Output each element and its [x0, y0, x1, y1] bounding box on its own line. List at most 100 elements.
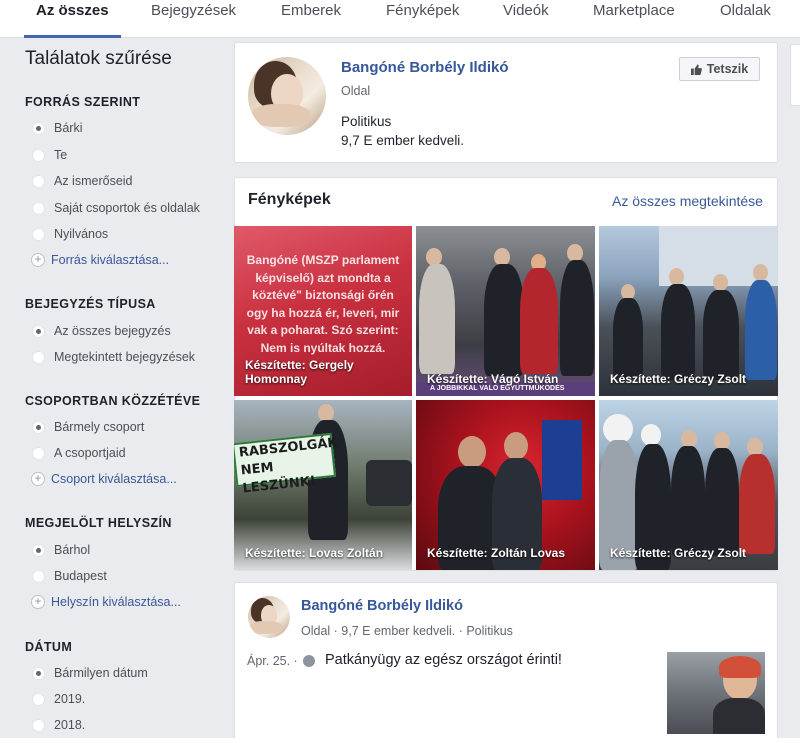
like-page-button[interactable]: Tetszik [679, 57, 760, 81]
location-option-budapest[interactable]: Budapest [32, 567, 107, 585]
bottom-edge [0, 738, 800, 743]
person-shape [613, 298, 643, 378]
choose-group-link[interactable]: + Csoport kiválasztása... [31, 470, 177, 488]
source-option-you[interactable]: Te [32, 146, 67, 164]
person-shape [560, 260, 594, 376]
page-avatar[interactable] [248, 57, 326, 135]
post-type-heading: BEJEGYZÉS TÍPUSA [25, 297, 156, 311]
photo-thumbnail[interactable]: Készítette: Gréczy Zsolt [599, 226, 778, 396]
radio-icon [32, 569, 45, 583]
photo-caption: Készítette: Gréczy Zsolt [610, 372, 747, 386]
like-button-label: Tetszik [706, 62, 749, 76]
hair-shape [719, 656, 761, 678]
radio-selected-icon [32, 324, 45, 338]
globe-icon [303, 655, 315, 667]
source-option-anyone[interactable]: Bárki [32, 119, 82, 137]
group-heading: CSOPORTBAN KÖZZÉTÉVE [25, 394, 201, 408]
photo-caption: Készítette: Gréczy Zsolt [610, 546, 747, 560]
person-shape [739, 454, 775, 554]
radio-selected-icon [32, 121, 45, 135]
post-author-name[interactable]: Bangóné Borbély Ildikó [301, 598, 463, 614]
page-name[interactable]: Bangóné Borbély Ildikó [341, 59, 509, 76]
page-likes: 9,7 E ember kedveli. [341, 133, 465, 148]
radio-icon [32, 227, 45, 241]
post-date[interactable]: Ápr. 25. · [247, 654, 298, 668]
source-option-public[interactable]: Nyilvános [32, 225, 108, 243]
thumbs-up-icon [690, 63, 702, 75]
person-shape [484, 264, 524, 376]
radio-selected-icon [32, 543, 45, 557]
photo-thumbnail[interactable]: Készítette: Gréczy Zsolt [599, 400, 778, 570]
location-option-anywhere[interactable]: Bárhol [32, 541, 90, 559]
page-category: Politikus [341, 114, 392, 129]
radio-icon [32, 350, 45, 364]
photo-caption: Készítette: Lovas Zoltán [245, 546, 384, 560]
date-option-2019[interactable]: 2019. [32, 690, 85, 708]
tab-photos[interactable]: Fényképek [386, 0, 459, 38]
person-shape [671, 446, 705, 556]
location-heading: MEGJELÖLT HELYSZÍN [25, 516, 172, 530]
tab-pages[interactable]: Oldalak [720, 0, 771, 38]
person-shape [713, 274, 728, 291]
date-option-2018[interactable]: 2018. [32, 716, 85, 734]
post-type-option-seen[interactable]: Megtekintett bejegyzések [32, 348, 195, 366]
radio-selected-icon [32, 420, 45, 434]
filter-sidebar: Találatok szűrése FORRÁS SZERINT Bárki T… [0, 38, 232, 743]
person-shape [713, 698, 765, 734]
photo-thumbnail[interactable]: RABSZOLGÁK NEM LESZÜNK! Készítette: Lova… [234, 400, 412, 570]
choose-source-link[interactable]: + Forrás kiválasztása... [31, 251, 169, 269]
radio-icon [32, 174, 45, 188]
photo-caption: Készítette: Zoltán Lovas [427, 546, 566, 560]
protest-banner: RABSZOLGÁK NEM LESZÜNK! [234, 432, 338, 496]
radio-selected-icon [32, 666, 45, 680]
tab-videos[interactable]: Videók [503, 0, 549, 38]
person-shape [705, 448, 739, 556]
source-option-friends[interactable]: Az ismerőseid [32, 172, 133, 190]
right-column-card-edge [790, 44, 800, 106]
tab-marketplace[interactable]: Marketplace [593, 0, 675, 38]
person-shape [504, 432, 528, 460]
radio-icon [32, 718, 45, 732]
post-image[interactable] [667, 652, 765, 734]
photo-caption: Készítette: Vágó István [427, 372, 559, 386]
tab-all[interactable]: Az összes [24, 0, 121, 38]
filter-title: Találatok szűrése [25, 48, 172, 69]
person-shape [419, 264, 455, 374]
page-type: Oldal [341, 84, 371, 98]
source-heading: FORRÁS SZERINT [25, 95, 141, 109]
date-option-any[interactable]: Bármilyen dátum [32, 664, 148, 682]
radio-icon [32, 201, 45, 215]
see-all-photos-link[interactable]: Az összes megtekintése [612, 193, 763, 209]
photos-title: Fényképek [248, 191, 331, 208]
photo-caption: Készítette: Gergely Homonnay [245, 358, 354, 386]
post-author-meta: Oldal · 9,7 E ember kedveli. · Politikus [301, 624, 513, 638]
car-shape [366, 460, 412, 506]
tab-posts[interactable]: Bejegyzések [151, 0, 236, 38]
person-shape [641, 424, 661, 446]
eu-flag-shape [542, 420, 582, 500]
date-heading: DÁTUM [25, 640, 73, 654]
post-text[interactable]: Patkányügy az egész országot érinti! [325, 652, 562, 668]
person-shape [745, 280, 777, 380]
plus-icon: + [31, 472, 45, 486]
person-shape [703, 290, 739, 380]
tab-people[interactable]: Emberek [281, 0, 341, 38]
person-shape [520, 268, 558, 374]
radio-icon [32, 446, 45, 460]
plus-icon: + [31, 253, 45, 267]
photo-thumbnail[interactable]: A JOBBIKKAL VALÓ EGYÜTTMŰKÖDÉS Készített… [416, 226, 595, 396]
post-type-option-all[interactable]: Az összes bejegyzés [32, 322, 171, 340]
avatar-arm [251, 103, 311, 128]
source-option-groups-pages[interactable]: Saját csoportok és oldalak [32, 199, 200, 217]
person-shape [458, 436, 486, 468]
group-option-yours[interactable]: A csoportjaid [32, 444, 126, 462]
post-author-avatar[interactable] [248, 596, 290, 638]
choose-location-link[interactable]: + Helyszín kiválasztása... [31, 593, 181, 611]
photo-thumbnail[interactable]: Bangóné (MSZP parlament képviselő) azt m… [234, 226, 412, 396]
person-shape [753, 264, 768, 281]
photo-thumbnail[interactable]: Készítette: Zoltán Lovas [416, 400, 595, 570]
search-tabs-bar: Az összes Bejegyzések Emberek Fényképek … [0, 0, 800, 38]
group-option-any[interactable]: Bármely csoport [32, 418, 144, 436]
radio-icon [32, 692, 45, 706]
person-shape [669, 268, 684, 285]
